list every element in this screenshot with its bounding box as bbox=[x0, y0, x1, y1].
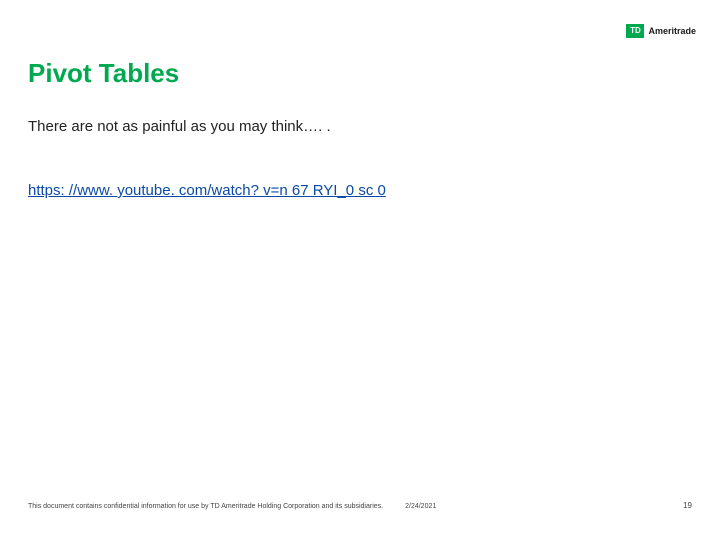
footer-confidentiality: This document contains confidential info… bbox=[28, 503, 383, 510]
slide: TD Ameritrade Pivot Tables There are not… bbox=[0, 0, 720, 540]
page-title: Pivot Tables bbox=[28, 58, 179, 89]
td-logo-icon: TD bbox=[626, 24, 644, 38]
footer-date: 2/24/2021 bbox=[405, 503, 436, 510]
youtube-link[interactable]: https: //www. youtube. com/watch? v=n 67… bbox=[28, 182, 386, 199]
footer-left: This document contains confidential info… bbox=[28, 503, 436, 510]
brand-name: Ameritrade bbox=[648, 26, 696, 36]
footer-page-number: 19 bbox=[683, 501, 692, 510]
td-logo-mark: TD bbox=[630, 27, 641, 35]
body-text: There are not as painful as you may thin… bbox=[28, 118, 331, 135]
brand-logo: TD Ameritrade bbox=[626, 24, 696, 38]
